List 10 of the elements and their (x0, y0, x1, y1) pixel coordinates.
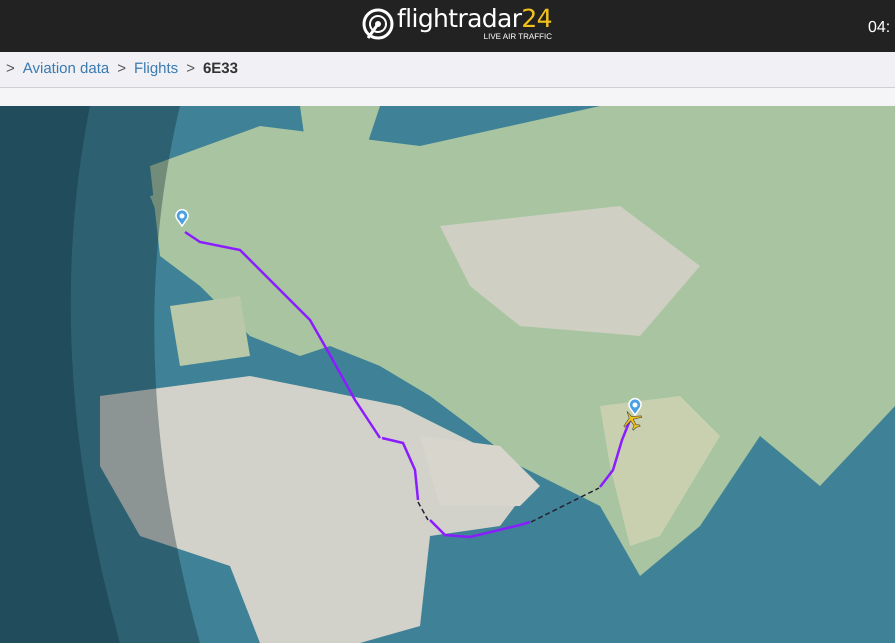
breadcrumb-separator: > (186, 59, 195, 80)
tagline: LIVE AIR TRAFFIC (484, 32, 552, 41)
logo-text[interactable]: flightradar24 (397, 6, 552, 32)
breadcrumb-separator: > (117, 59, 126, 80)
breadcrumb-separator: > (6, 59, 15, 80)
breadcrumb-link[interactable]: Flights (134, 58, 178, 81)
clock: 04: (868, 18, 890, 38)
radar-logo-icon (362, 8, 394, 40)
breadcrumb-current: 6E33 (202, 59, 238, 80)
breadcrumb-link[interactable]: Aviation data (22, 58, 110, 81)
